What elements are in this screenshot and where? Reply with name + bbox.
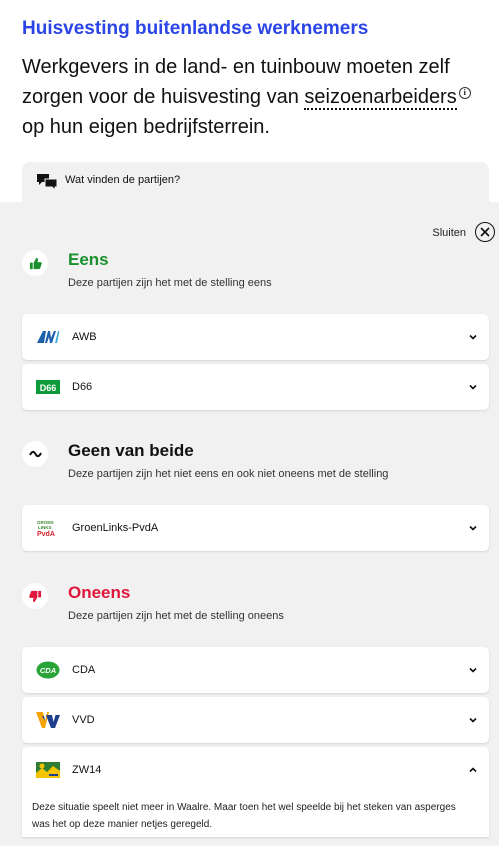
group-neutral-title: Geen van beide [68, 441, 194, 460]
party-name: GroenLinks-PvdA [72, 522, 159, 534]
glossary-term-link[interactable]: seizoenarbeiders [304, 86, 457, 110]
tilde-icon [22, 441, 48, 467]
group-agree-title: Eens [68, 250, 109, 269]
thumbs-down-icon [22, 583, 48, 609]
party-row-groenlinks-pvda[interactable]: GROEN LINKS PvdA GroenLinks-PvdA [22, 505, 489, 551]
chevron-down-icon [469, 667, 477, 673]
info-icon[interactable]: i [458, 87, 471, 100]
party-name: AWB [72, 331, 97, 343]
party-row-vvd[interactable]: VVD [22, 697, 489, 743]
svg-text:D66: D66 [40, 383, 57, 393]
party-row-d66[interactable]: D66 D66 [22, 364, 489, 410]
svg-text:PvdA: PvdA [37, 531, 55, 537]
statement-text: Werkgevers in de land- en tuinbouw moete… [22, 52, 482, 142]
party-name: ZW14 [72, 764, 102, 776]
party-explanation: Deze situatie speelt niet meer in Waalre… [32, 802, 456, 830]
chevron-down-icon [469, 334, 477, 340]
group-agree-description: Deze partijen zijn het met de stelling e… [68, 277, 272, 289]
group-disagree-title: Oneens [68, 583, 131, 602]
party-name: VVD [72, 714, 95, 726]
party-row-cda[interactable]: CDA CDA [22, 647, 489, 693]
topic-title: Huisvesting buitenlandse werknemers [22, 18, 369, 39]
svg-text:CDA: CDA [40, 666, 56, 675]
awb-logo [37, 331, 60, 343]
group-disagree-description: Deze partijen zijn het met de stelling o… [68, 610, 284, 622]
groenlinks-pvda-logo: GROEN LINKS PvdA [37, 520, 55, 537]
d66-logo: D66 [36, 380, 60, 394]
zw14-logo [36, 762, 60, 778]
parties-opinion-toggle[interactable]: Wat vinden de partijen? [22, 162, 489, 202]
statement-part2: op hun eigen bedrijfsterrein. [22, 116, 270, 138]
chat-bubbles-icon [37, 174, 58, 191]
svg-text:LINKS: LINKS [38, 525, 52, 530]
chevron-down-icon [469, 717, 477, 723]
thumbs-up-icon [22, 250, 48, 276]
parties-panel: Sluiten Eens Deze partijen zijn het met … [0, 202, 499, 846]
vvd-logo [36, 712, 60, 728]
chevron-up-icon [469, 767, 477, 773]
party-row-awb[interactable]: AWB [22, 314, 489, 360]
party-name: D66 [72, 381, 93, 393]
party-row-zw14[interactable]: ZW14 Deze situatie speelt niet meer in W… [22, 747, 489, 837]
close-icon [475, 222, 495, 242]
cda-logo: CDA [36, 661, 60, 679]
close-label: Sluiten [432, 227, 466, 239]
party-name: CDA [72, 664, 96, 676]
parties-opinion-label: Wat vinden de partijen? [65, 174, 181, 186]
chevron-down-icon [469, 525, 477, 531]
chevron-down-icon [469, 384, 477, 390]
group-neutral-description: Deze partijen zijn het niet eens en ook … [68, 468, 389, 480]
